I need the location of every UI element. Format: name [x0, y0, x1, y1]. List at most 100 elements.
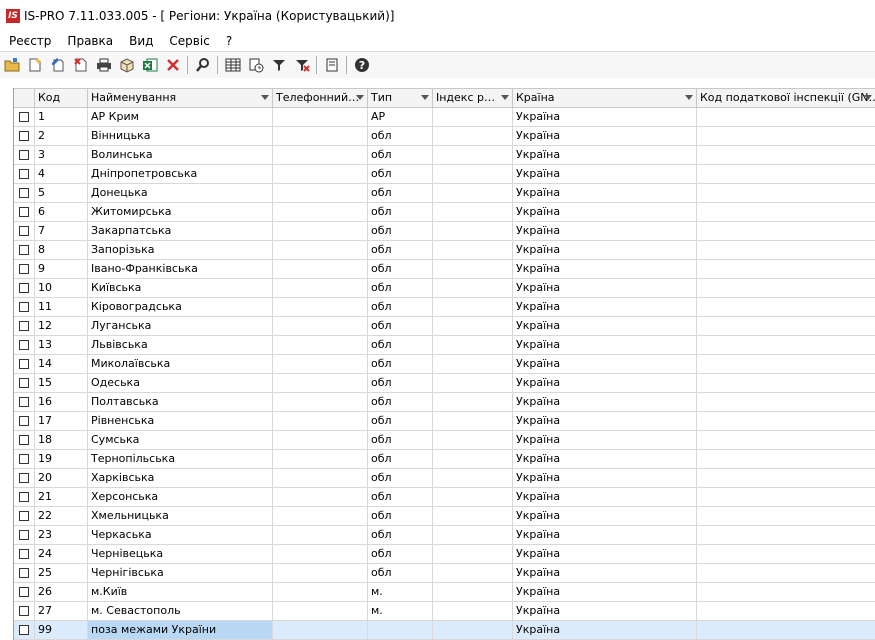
phone-cell[interactable] [273, 336, 368, 354]
phone-cell[interactable] [273, 108, 368, 126]
country-cell[interactable]: Україна [513, 184, 697, 202]
tax-code-cell[interactable] [697, 184, 875, 202]
type-cell[interactable]: м. [368, 602, 433, 620]
tax-code-cell[interactable] [697, 412, 875, 430]
index-cell[interactable] [433, 146, 513, 164]
table-row[interactable]: 12 Луганська обл Україна [14, 317, 875, 336]
row-checkbox-cell[interactable] [14, 602, 35, 620]
row-checkbox-cell[interactable] [14, 241, 35, 259]
filter-button[interactable] [268, 54, 290, 76]
header-index[interactable]: Індекс р… [433, 89, 513, 107]
row-checkbox-cell[interactable] [14, 374, 35, 392]
table-row[interactable]: 21 Херсонська обл Україна [14, 488, 875, 507]
index-cell[interactable] [433, 488, 513, 506]
row-checkbox[interactable] [19, 492, 29, 502]
table-row[interactable]: 9 Івано-Франківська обл Україна [14, 260, 875, 279]
phone-cell[interactable] [273, 222, 368, 240]
code-cell[interactable]: 19 [35, 450, 88, 468]
row-checkbox[interactable] [19, 264, 29, 274]
menu-edit[interactable]: Правка [58, 31, 120, 51]
country-cell[interactable]: Україна [513, 222, 697, 240]
index-cell[interactable] [433, 298, 513, 316]
row-checkbox-cell[interactable] [14, 583, 35, 601]
table-row[interactable]: 99 поза межами України Україна [14, 621, 875, 640]
code-cell[interactable]: 20 [35, 469, 88, 487]
index-cell[interactable] [433, 184, 513, 202]
table-row[interactable]: 5 Донецька обл Україна [14, 184, 875, 203]
tax-code-cell[interactable] [697, 203, 875, 221]
country-cell[interactable]: Україна [513, 564, 697, 582]
table-row[interactable]: 18 Сумська обл Україна [14, 431, 875, 450]
name-cell[interactable]: Закарпатська [88, 222, 273, 240]
index-cell[interactable] [433, 450, 513, 468]
country-cell[interactable]: Україна [513, 260, 697, 278]
menu-help[interactable]: ? [217, 31, 239, 51]
code-cell[interactable]: 16 [35, 393, 88, 411]
name-cell[interactable]: Дніпропетровська [88, 165, 273, 183]
row-checkbox[interactable] [19, 321, 29, 331]
index-cell[interactable] [433, 127, 513, 145]
table-row[interactable]: 4 Дніпропетровська обл Україна [14, 165, 875, 184]
code-cell[interactable]: 18 [35, 431, 88, 449]
tax-code-cell[interactable] [697, 526, 875, 544]
table-row[interactable]: 27 м. Севастополь м. Україна [14, 602, 875, 621]
type-cell[interactable]: обл [368, 355, 433, 373]
properties-button[interactable] [321, 54, 343, 76]
name-cell[interactable]: поза межами України [88, 621, 273, 639]
menu-service[interactable]: Сервіс [160, 31, 216, 51]
help-button[interactable]: ? [351, 54, 373, 76]
name-cell[interactable]: Чернівецька [88, 545, 273, 563]
row-checkbox-cell[interactable] [14, 488, 35, 506]
type-cell[interactable]: обл [368, 545, 433, 563]
country-cell[interactable]: Україна [513, 621, 697, 639]
tax-code-cell[interactable] [697, 564, 875, 582]
index-cell[interactable] [433, 336, 513, 354]
tax-code-cell[interactable] [697, 260, 875, 278]
type-cell[interactable]: обл [368, 317, 433, 335]
code-cell[interactable]: 17 [35, 412, 88, 430]
type-cell[interactable]: обл [368, 450, 433, 468]
table-row[interactable]: 19 Тернопільська обл Україна [14, 450, 875, 469]
package-button[interactable] [116, 54, 138, 76]
menu-view[interactable]: Вид [120, 31, 160, 51]
row-checkbox-cell[interactable] [14, 412, 35, 430]
code-cell[interactable]: 21 [35, 488, 88, 506]
code-cell[interactable]: 10 [35, 279, 88, 297]
row-checkbox-cell[interactable] [14, 146, 35, 164]
tax-code-cell[interactable] [697, 241, 875, 259]
code-cell[interactable]: 11 [35, 298, 88, 316]
country-cell[interactable]: Україна [513, 355, 697, 373]
code-cell[interactable]: 22 [35, 507, 88, 525]
history-button[interactable] [245, 54, 267, 76]
type-cell[interactable]: обл [368, 146, 433, 164]
search-button[interactable] [192, 54, 214, 76]
type-cell[interactable]: АР [368, 108, 433, 126]
type-cell[interactable]: м. [368, 583, 433, 601]
row-checkbox-cell[interactable] [14, 336, 35, 354]
country-cell[interactable]: Україна [513, 374, 697, 392]
type-cell[interactable]: обл [368, 336, 433, 354]
row-checkbox[interactable] [19, 131, 29, 141]
name-cell[interactable]: Вінницька [88, 127, 273, 145]
code-cell[interactable]: 7 [35, 222, 88, 240]
country-cell[interactable]: Україна [513, 146, 697, 164]
table-row[interactable]: 15 Одеська обл Україна [14, 374, 875, 393]
table-view-button[interactable] [222, 54, 244, 76]
name-cell[interactable]: Івано-Франківська [88, 260, 273, 278]
tax-code-cell[interactable] [697, 431, 875, 449]
table-row[interactable]: 2 Вінницька обл Україна [14, 127, 875, 146]
row-checkbox-cell[interactable] [14, 165, 35, 183]
row-checkbox[interactable] [19, 416, 29, 426]
table-row[interactable]: 3 Волинська обл Україна [14, 146, 875, 165]
row-checkbox-cell[interactable] [14, 260, 35, 278]
country-cell[interactable]: Україна [513, 450, 697, 468]
table-row[interactable]: 24 Чернівецька обл Україна [14, 545, 875, 564]
table-row[interactable]: 10 Київська обл Україна [14, 279, 875, 298]
index-cell[interactable] [433, 412, 513, 430]
table-row[interactable]: 23 Черкаська обл Україна [14, 526, 875, 545]
phone-cell[interactable] [273, 393, 368, 411]
type-cell[interactable]: обл [368, 184, 433, 202]
name-cell[interactable]: Львівська [88, 336, 273, 354]
name-cell[interactable]: Черкаська [88, 526, 273, 544]
name-cell[interactable]: Полтавська [88, 393, 273, 411]
